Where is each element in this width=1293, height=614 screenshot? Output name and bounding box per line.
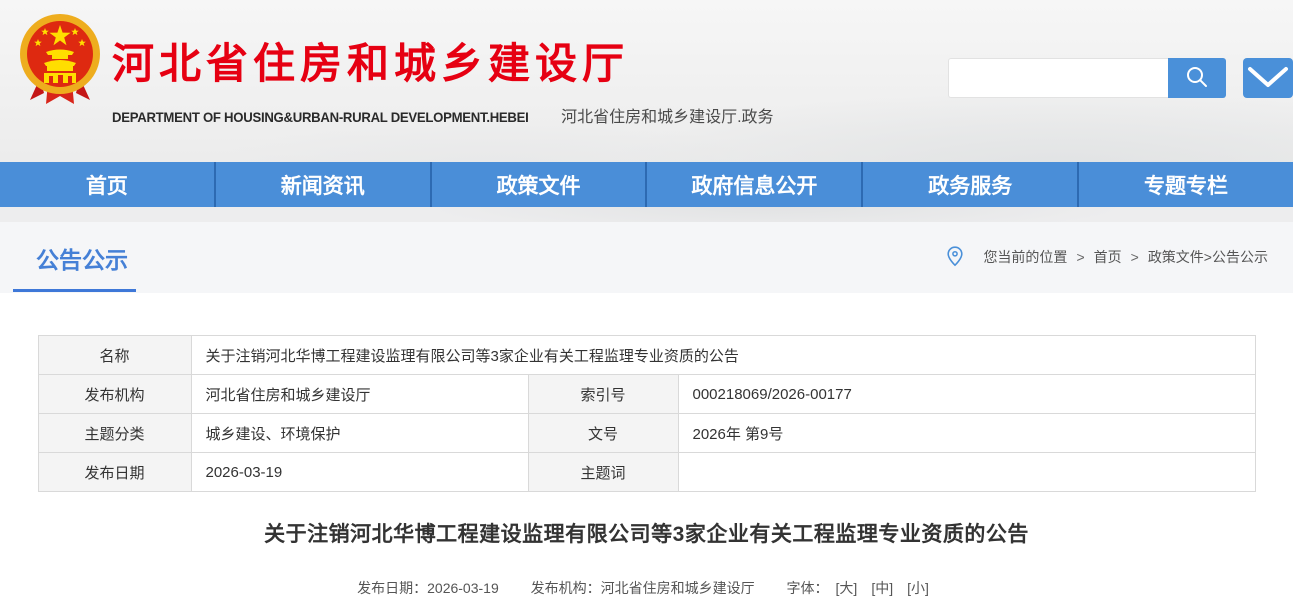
nav-item-special-topics[interactable]: 专题专栏: [1077, 162, 1293, 207]
breadcrumb-link-home[interactable]: 首页: [1094, 247, 1122, 267]
magnifier-icon: [1184, 64, 1210, 93]
meta-font-label: 字体：: [786, 580, 829, 596]
breadcrumb-link-current[interactable]: 政策文件>公告公示: [1148, 247, 1268, 267]
meta-org-value: 河北省住房和城乡建设厅: [600, 580, 755, 596]
doc-number-value: 2026年 第9号: [677, 413, 1256, 453]
font-size-small-button[interactable]: [小]: [907, 580, 929, 596]
category-value: 城乡建设、环境保护: [190, 413, 529, 453]
meta-date-label: 发布日期：: [357, 580, 428, 596]
table-row: 发布机构 河北省住房和城乡建设厅 索引号 000218069/2026-0017…: [37, 374, 1256, 414]
tab-active-underline: [13, 289, 136, 292]
main-nav: 首页 新闻资讯 政策文件 政府信息公开 政务服务 专题专栏: [0, 162, 1293, 207]
name-value: 关于注销河北华博工程建设监理有限公司等3家企业有关工程监理专业资质的公告: [190, 335, 1256, 375]
font-size-medium-button[interactable]: [中]: [871, 580, 893, 596]
keywords-label: 主题词: [527, 452, 679, 492]
meta-org-label: 发布机构：: [530, 580, 601, 596]
index-number-label: 索引号: [527, 374, 679, 414]
tab-announcements[interactable]: 公告公示: [36, 241, 128, 275]
publish-date-value: 2026-03-19: [190, 452, 529, 492]
name-label: 名称: [37, 335, 192, 375]
publisher-label: 发布机构: [37, 374, 192, 414]
table-row: 主题分类 城乡建设、环境保护 文号 2026年 第9号: [37, 413, 1256, 453]
national-emblem-icon: [18, 12, 102, 111]
meta-date-value: 2026-03-19: [427, 580, 499, 596]
search-button[interactable]: [1168, 58, 1226, 98]
table-row: 发布日期 2026-03-19 主题词: [37, 452, 1256, 492]
site-branding: 河北省住房和城乡建设厅 DEPARTMENT OF HOUSING&URBAN-…: [112, 30, 774, 127]
table-row: 名称 关于注销河北华博工程建设监理有限公司等3家企业有关工程监理专业资质的公告: [37, 335, 1256, 375]
section-bar: 公告公示 您当前的位置 > 首页 > 政策文件>公告公示: [0, 222, 1293, 293]
index-number-value: 000218069/2026-00177: [677, 374, 1256, 414]
publish-date-label: 发布日期: [37, 452, 192, 492]
font-size-large-button[interactable]: [大]: [836, 580, 858, 596]
doc-number-label: 文号: [527, 413, 679, 453]
site-header: 河北省住房和城乡建设厅 DEPARTMENT OF HOUSING&URBAN-…: [0, 0, 1293, 162]
envelope-icon: [1243, 58, 1293, 102]
site-subtitle-cn: 河北省住房和城乡建设厅.政务: [561, 109, 774, 126]
article-meta: 发布日期：2026-03-19 发布机构：河北省住房和城乡建设厅 字体： [大] […: [0, 578, 1293, 598]
publisher-value: 河北省住房和城乡建设厅: [190, 374, 529, 414]
breadcrumb-separator: >: [1076, 248, 1085, 265]
main-content: 名称 关于注销河北华博工程建设监理有限公司等3家企业有关工程监理专业资质的公告 …: [0, 293, 1293, 598]
mail-button[interactable]: [1243, 58, 1293, 98]
breadcrumb: 您当前的位置 > 首页 > 政策文件>公告公示: [947, 246, 1268, 267]
nav-item-home[interactable]: 首页: [0, 162, 214, 207]
article-title: 关于注销河北华博工程建设监理有限公司等3家企业有关工程监理专业资质的公告: [264, 523, 1029, 546]
keywords-value: [677, 452, 1256, 492]
nav-item-policy[interactable]: 政策文件: [429, 162, 646, 207]
category-label: 主题分类: [37, 413, 192, 453]
search-input[interactable]: [948, 58, 1168, 98]
nav-item-news[interactable]: 新闻资讯: [213, 162, 430, 207]
document-info-table: 名称 关于注销河北华博工程建设监理有限公司等3家企业有关工程监理专业资质的公告 …: [37, 335, 1256, 492]
site-search: [948, 58, 1226, 98]
site-subtitle-en: DEPARTMENT OF HOUSING&URBAN-RURAL DEVELO…: [112, 109, 529, 125]
location-pin-icon: [947, 246, 964, 267]
header-divider-strip: [0, 207, 1293, 222]
nav-item-services[interactable]: 政务服务: [861, 162, 1077, 207]
site-title: 河北省住房和城乡建设厅: [112, 40, 630, 87]
nav-item-gov-info[interactable]: 政府信息公开: [645, 162, 861, 207]
breadcrumb-label: 您当前的位置: [983, 248, 1068, 265]
breadcrumb-separator: >: [1130, 248, 1139, 265]
